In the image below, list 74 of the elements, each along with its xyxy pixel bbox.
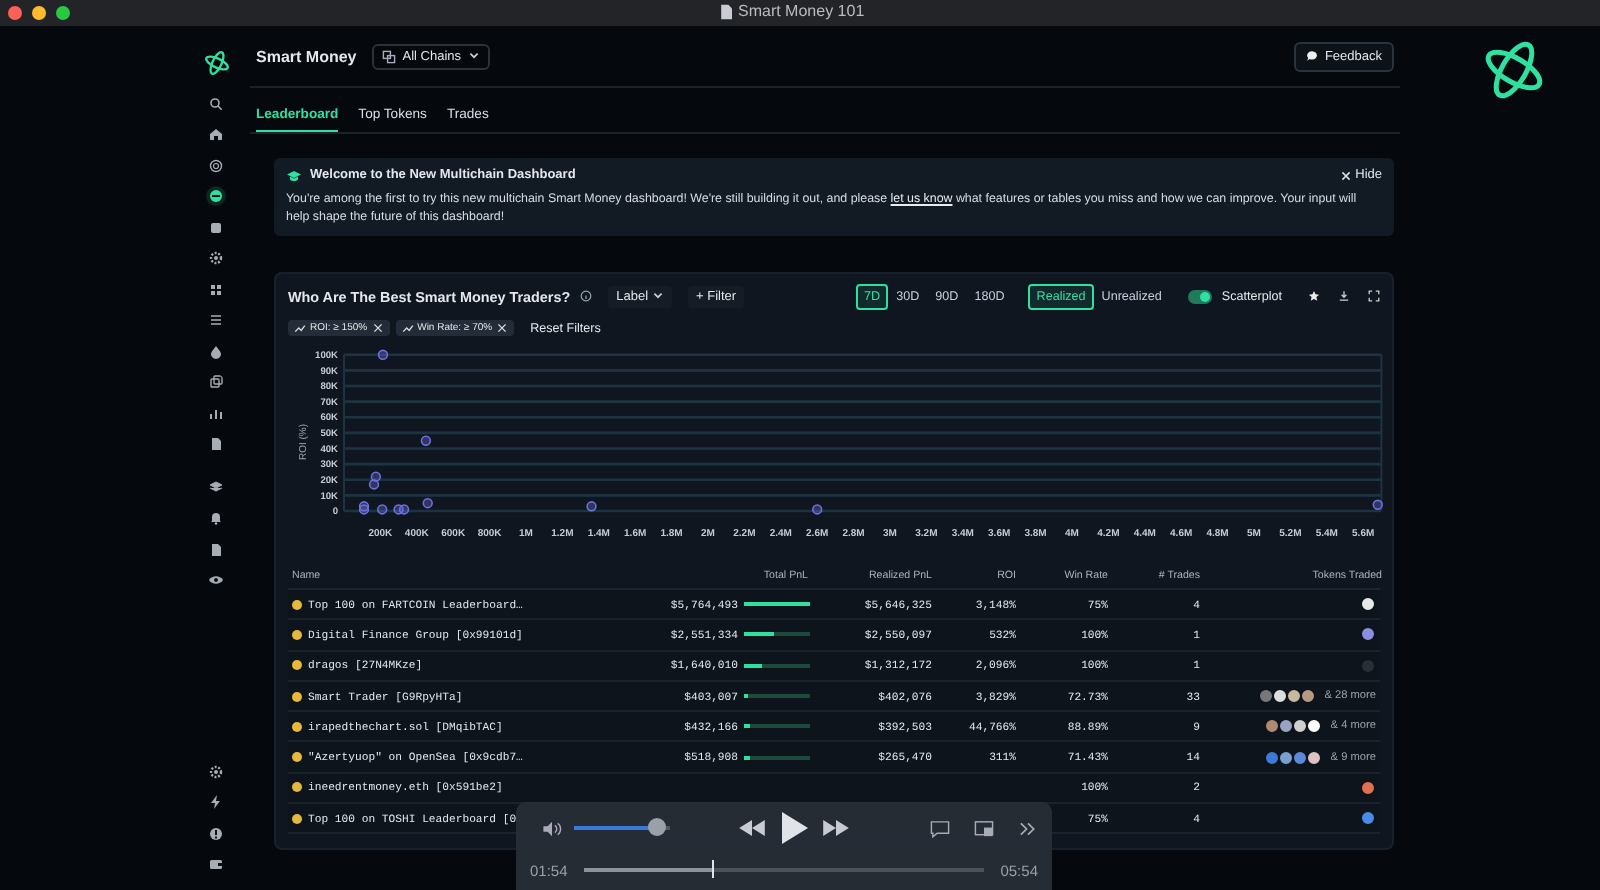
data-point[interactable] bbox=[398, 504, 410, 515]
sidebar-icon[interactable] bbox=[206, 372, 226, 392]
sidebar-icon[interactable] bbox=[206, 155, 226, 175]
star-icon[interactable] bbox=[1308, 290, 1320, 302]
logo-icon[interactable] bbox=[203, 50, 229, 76]
sidebar-icon[interactable] bbox=[206, 217, 226, 237]
document-icon bbox=[720, 3, 732, 19]
pnl-bar bbox=[744, 755, 810, 760]
sidebar-icon[interactable] bbox=[206, 508, 226, 528]
window-title: Smart Money 101 bbox=[738, 2, 865, 20]
close-button[interactable] bbox=[8, 6, 22, 20]
sidebar-icon[interactable] bbox=[206, 570, 226, 590]
pnl-bar bbox=[744, 663, 810, 668]
chevron-down-icon bbox=[652, 290, 665, 302]
info-icon bbox=[580, 290, 593, 302]
avatar-icon bbox=[292, 629, 302, 640]
pnl-bar bbox=[744, 602, 810, 607]
avatar-icon bbox=[292, 721, 302, 732]
data-point[interactable] bbox=[422, 498, 433, 509]
scatterplot-toggle[interactable] bbox=[1187, 289, 1212, 303]
volume-icon[interactable] bbox=[542, 819, 562, 837]
close-icon bbox=[1339, 169, 1352, 181]
avatar-icon bbox=[292, 599, 302, 610]
sidebar-icon[interactable] bbox=[206, 823, 226, 843]
picture-in-picture-icon[interactable] bbox=[974, 819, 994, 837]
pnl-bar bbox=[744, 694, 810, 699]
chevrons-icon[interactable] bbox=[1018, 819, 1038, 837]
avatar-icon bbox=[292, 660, 302, 671]
minimize-button[interactable] bbox=[32, 6, 46, 20]
avatar-icon bbox=[292, 782, 302, 793]
avatar-icon bbox=[292, 752, 302, 763]
sidebar-icon[interactable] bbox=[206, 761, 226, 781]
close-icon[interactable] bbox=[496, 322, 509, 334]
data-point[interactable] bbox=[393, 504, 404, 515]
trend-icon bbox=[401, 322, 414, 334]
sidebar-icon[interactable] bbox=[206, 93, 226, 113]
sidebar-icon[interactable] bbox=[206, 477, 226, 497]
data-point[interactable] bbox=[420, 435, 432, 446]
page-title: Smart Money bbox=[256, 47, 357, 65]
sidebar-icon[interactable] bbox=[206, 854, 226, 874]
chat-bubble-icon bbox=[1306, 50, 1319, 62]
chain-icon bbox=[382, 49, 397, 63]
pnl-bar bbox=[744, 632, 810, 637]
play-icon[interactable] bbox=[780, 812, 808, 844]
trend-icon bbox=[294, 322, 306, 334]
data-point[interactable] bbox=[370, 471, 382, 482]
chevron-down-icon bbox=[467, 50, 479, 62]
data-point[interactable] bbox=[586, 501, 597, 512]
sidebar-icon[interactable] bbox=[206, 539, 226, 559]
rewind-icon[interactable] bbox=[736, 818, 768, 838]
sidebar-icon[interactable] bbox=[206, 186, 226, 206]
captions-icon[interactable] bbox=[930, 819, 950, 837]
sidebar-icon[interactable] bbox=[206, 279, 226, 299]
pnl-bar bbox=[744, 724, 810, 729]
data-point[interactable] bbox=[377, 349, 389, 360]
sidebar-icon[interactable] bbox=[206, 310, 226, 330]
avatar-icon bbox=[292, 813, 302, 824]
sidebar-icon[interactable] bbox=[206, 434, 226, 454]
avatar-icon bbox=[292, 691, 302, 702]
data-point[interactable] bbox=[1372, 499, 1383, 510]
graduation-cap-icon bbox=[286, 169, 302, 181]
zoom-button[interactable] bbox=[56, 6, 70, 20]
logo-icon bbox=[1480, 36, 1548, 104]
sidebar-icon[interactable] bbox=[206, 792, 226, 812]
sidebar-icon[interactable] bbox=[206, 124, 226, 144]
close-icon[interactable] bbox=[371, 322, 384, 334]
sidebar-icon[interactable] bbox=[206, 341, 226, 361]
data-point[interactable] bbox=[377, 504, 388, 515]
sidebar-icon[interactable] bbox=[206, 248, 226, 268]
fast-forward-icon[interactable] bbox=[820, 818, 852, 838]
download-icon[interactable] bbox=[1338, 290, 1350, 302]
data-point[interactable] bbox=[368, 479, 380, 490]
fullscreen-icon[interactable] bbox=[1368, 290, 1380, 302]
data-point[interactable] bbox=[812, 504, 823, 515]
